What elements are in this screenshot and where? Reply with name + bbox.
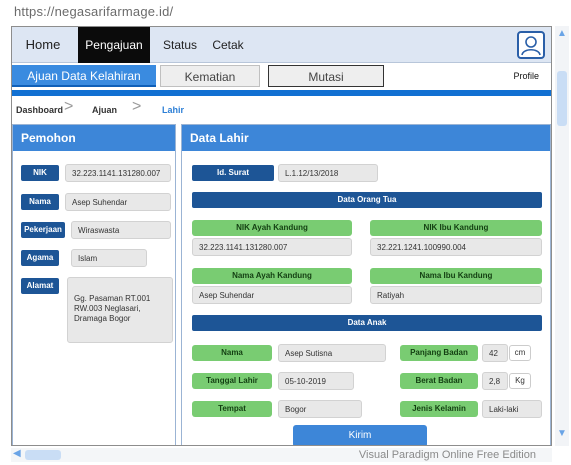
nama-label: Nama [21, 194, 59, 210]
nav-cetak[interactable]: Cetak [208, 27, 248, 63]
berat-badan-label: Berat Badan [400, 373, 478, 389]
pekerjaan-value: Wiraswasta [71, 221, 171, 239]
panjang-badan-value: 42 [482, 344, 508, 362]
nama-anak-value: Asep Sutisna [278, 344, 386, 362]
nama-ibu-value: Ratiyah [370, 286, 542, 304]
crumb-ajuan[interactable]: Ajuan [92, 105, 117, 115]
page: https://negasarifarmage.id/ Home Pengaju… [0, 0, 571, 465]
profile-link[interactable]: Profile [513, 71, 539, 81]
nik-ayah-label: NIK Ayah Kandung [192, 220, 352, 236]
scroll-up-icon[interactable]: ▲ [556, 28, 568, 40]
alamat-label: Alamat [21, 278, 59, 294]
tab-mutasi[interactable]: Mutasi [268, 65, 384, 87]
vertical-scrollbar[interactable]: ▲ ▼ [555, 26, 569, 446]
user-avatar-icon[interactable] [517, 31, 545, 59]
nav-status[interactable]: Status [160, 27, 200, 63]
scroll-left-icon[interactable]: ◀ [13, 448, 21, 459]
nav-pengajuan[interactable]: Pengajuan [78, 27, 150, 63]
tempat-label: Tempat [192, 401, 272, 417]
horizontal-scrollbar[interactable]: ◀ Visual Paradigm Online Free Edition [11, 448, 552, 462]
jenis-kelamin-value: Laki-laki [482, 400, 542, 418]
panjang-badan-label: Panjang Badan [400, 345, 478, 361]
app-frame: Home Pengajuan Status Cetak Ajuan Data K… [11, 26, 552, 446]
nik-ayah-value: 32.223.1141.131280.007 [192, 238, 352, 256]
nik-value: 32.223.1141.131280.007 [65, 164, 171, 182]
top-nav: Home Pengajuan Status Cetak [12, 27, 551, 63]
url-text: https://negasarifarmage.id/ [14, 4, 174, 19]
scroll-down-icon[interactable]: ▼ [556, 428, 568, 440]
data-orang-tua-header: Data Orang Tua [192, 192, 542, 208]
vertical-scroll-thumb[interactable] [557, 71, 567, 126]
nik-label: NIK [21, 165, 59, 181]
pemohon-title: Pemohon [13, 125, 175, 151]
data-lahir-panel: Data Lahir Id. Surat L.1.12/13/2018 Data… [181, 124, 551, 445]
tanggal-lahir-label: Tanggal Lahir [192, 373, 272, 389]
berat-badan-value: 2,8 [482, 372, 508, 390]
nama-ayah-value: Asep Suhendar [192, 286, 352, 304]
crumb-lahir: Lahir [162, 105, 185, 115]
kirim-button[interactable]: Kirim [293, 425, 427, 445]
nama-ayah-label: Nama Ayah Kandung [192, 268, 352, 284]
tab-ajuan-kelahiran[interactable]: Ajuan Data Kelahiran [12, 65, 156, 87]
data-lahir-title: Data Lahir [182, 125, 550, 151]
tanggal-lahir-value: 05-10-2019 [278, 372, 354, 390]
breadcrumb: Dashboard > Ajuan > Lahir [12, 98, 551, 121]
alamat-value: Gg. Pasaman RT.001 RW.003 Neglasari, Dra… [67, 277, 173, 343]
agama-label: Agama [21, 250, 59, 266]
data-anak-header: Data Anak [192, 315, 542, 331]
nik-ibu-value: 32.221.1241.100990.004 [370, 238, 542, 256]
tempat-value: Bogor [278, 400, 362, 418]
panjang-unit: cm [509, 345, 531, 361]
nav-home[interactable]: Home [12, 27, 74, 63]
horizontal-scroll-thumb[interactable] [25, 450, 61, 460]
id-surat-value: L.1.12/13/2018 [278, 164, 378, 182]
crumb-separator-icon: > [132, 98, 142, 115]
tab-kematian[interactable]: Kematian [160, 65, 260, 87]
crumb-dashboard[interactable]: Dashboard [16, 105, 63, 115]
nama-ibu-label: Nama Ibu Kandung [370, 268, 542, 284]
pemohon-panel: Pemohon NIK 32.223.1141.131280.007 Nama … [12, 124, 176, 445]
sub-tabs: Ajuan Data Kelahiran Kematian Mutasi Pro… [12, 64, 551, 90]
accent-bar [12, 90, 551, 96]
id-surat-label: Id. Surat [192, 165, 274, 181]
agama-value: Islam [71, 249, 147, 267]
crumb-separator-icon: > [64, 98, 74, 115]
nama-anak-label: Nama [192, 345, 272, 361]
watermark-text: Visual Paradigm Online Free Edition [358, 449, 536, 461]
pekerjaan-label: Pekerjaan [21, 222, 65, 238]
berat-unit: Kg [509, 373, 531, 389]
nama-value: Asep Suhendar [65, 193, 171, 211]
nik-ibu-label: NIK Ibu Kandung [370, 220, 542, 236]
jenis-kelamin-label: Jenis Kelamin [400, 401, 478, 417]
